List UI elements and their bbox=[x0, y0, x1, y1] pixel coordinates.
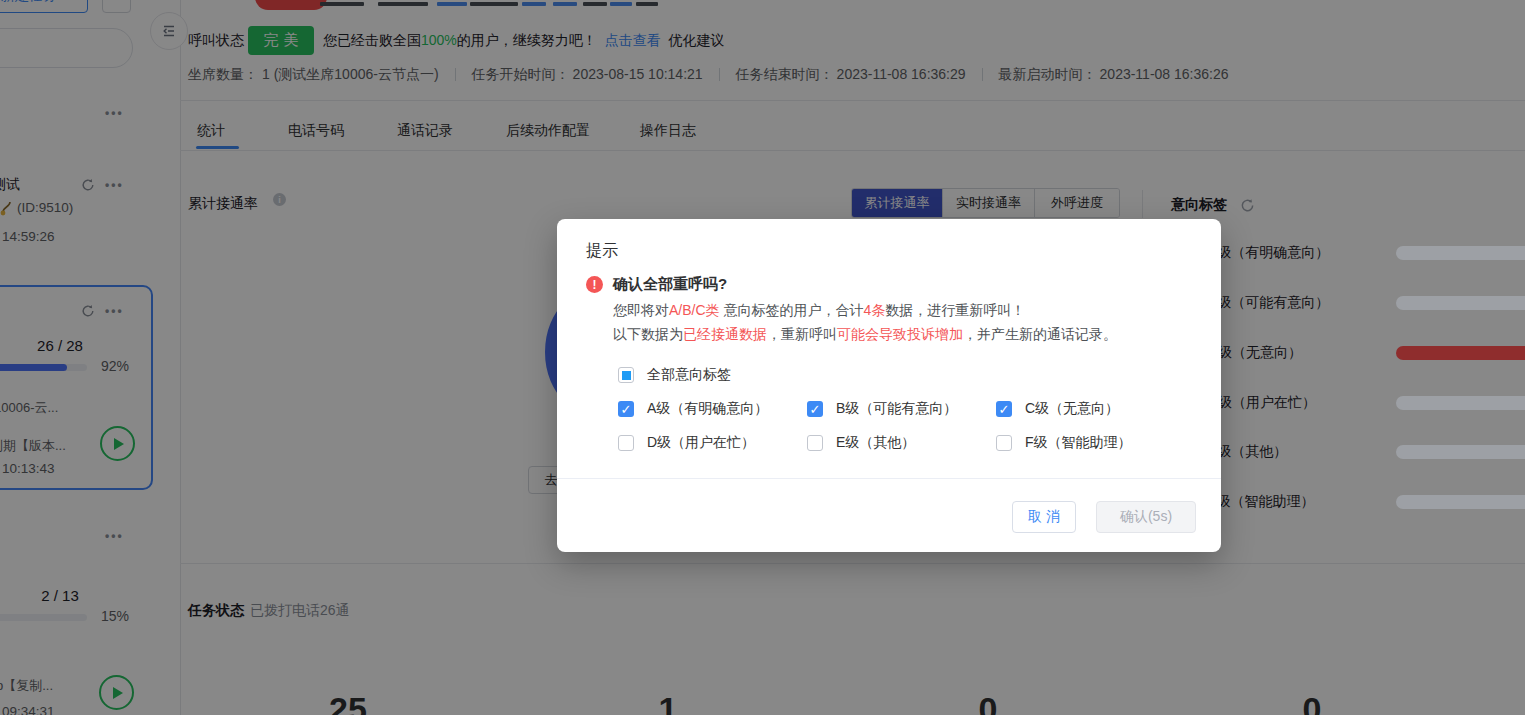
intent-bar bbox=[1396, 445, 1525, 459]
checkbox-checked[interactable] bbox=[618, 401, 634, 417]
checkbox-checked[interactable] bbox=[807, 401, 823, 417]
warning-icon: ! bbox=[586, 276, 603, 293]
dialog-text-line1: 您即将对A/B/C类 意向标签的用户，合计4条数据，进行重新呼叫！ bbox=[613, 302, 1025, 320]
indeterminate-mark bbox=[622, 371, 631, 380]
checkbox-all-intent[interactable]: 全部意向标签 bbox=[618, 366, 731, 384]
intent-bar bbox=[1396, 246, 1525, 260]
confirm-button[interactable]: 确认(5s) bbox=[1096, 501, 1196, 533]
checkbox-label: C级（无意向） bbox=[1025, 400, 1119, 418]
text-segment-red: 可能会导致投诉增加 bbox=[837, 326, 963, 342]
confirm-label: 确认(5s) bbox=[1120, 508, 1172, 526]
intent-bar bbox=[1396, 495, 1525, 509]
intent-bar bbox=[1396, 396, 1525, 410]
text-segment: 意向标签的用户，合计 bbox=[720, 302, 864, 318]
text-segment-red: 4条 bbox=[863, 302, 885, 318]
text-segment: 您即将对 bbox=[613, 302, 669, 318]
checkbox-option-a[interactable]: A级（有明确意向） bbox=[618, 400, 768, 418]
checkbox-label: A级（有明确意向） bbox=[647, 400, 768, 418]
checkbox-label: 全部意向标签 bbox=[647, 366, 731, 384]
dialog-heading: 确认全部重呼吗? bbox=[613, 275, 727, 294]
checkbox-unchecked[interactable] bbox=[807, 435, 823, 451]
dialog-footer-divider bbox=[557, 478, 1221, 479]
checkbox-indeterminate[interactable] bbox=[618, 367, 634, 383]
app-window: 新建任务 ••• 测试 ••• (ID:9510) 14:59:26 ••• 2… bbox=[0, 0, 1525, 715]
redial-confirm-dialog: 提示 ! 确认全部重呼吗? 您即将对A/B/C类 意向标签的用户，合计4条数据，… bbox=[557, 219, 1221, 552]
checkbox-option-d[interactable]: D级（用户在忙） bbox=[618, 434, 755, 452]
text-segment: 数据，进行重新呼叫！ bbox=[885, 302, 1025, 318]
checkbox-option-c[interactable]: C级（无意向） bbox=[996, 400, 1119, 418]
text-segment: 以下数据为 bbox=[613, 326, 683, 342]
dialog-text-line2: 以下数据为已经接通数据，重新呼叫可能会导致投诉增加，并产生新的通话记录。 bbox=[613, 326, 1117, 344]
checkbox-unchecked[interactable] bbox=[996, 435, 1012, 451]
text-segment: ，重新呼叫 bbox=[767, 326, 837, 342]
intent-bar-red bbox=[1396, 346, 1525, 360]
text-segment-red: 已经接通数据 bbox=[683, 326, 767, 342]
cancel-button[interactable]: 取 消 bbox=[1012, 501, 1076, 533]
checkbox-option-e[interactable]: E级（其他） bbox=[807, 434, 915, 452]
checkbox-option-b[interactable]: B级（可能有意向） bbox=[807, 400, 957, 418]
checkbox-label: E级（其他） bbox=[836, 434, 915, 452]
dialog-title: 提示 bbox=[586, 241, 618, 262]
checkbox-label: F级（智能助理） bbox=[1025, 434, 1132, 452]
checkbox-label: B级（可能有意向） bbox=[836, 400, 957, 418]
checkbox-checked[interactable] bbox=[996, 401, 1012, 417]
checkbox-option-f[interactable]: F级（智能助理） bbox=[996, 434, 1132, 452]
checkbox-label: D级（用户在忙） bbox=[647, 434, 755, 452]
text-segment: ，并产生新的通话记录。 bbox=[963, 326, 1117, 342]
text-segment-red: A/B/C类 bbox=[669, 302, 720, 318]
cancel-label: 取 消 bbox=[1028, 508, 1060, 526]
checkbox-unchecked[interactable] bbox=[618, 435, 634, 451]
intent-bar bbox=[1396, 296, 1525, 310]
